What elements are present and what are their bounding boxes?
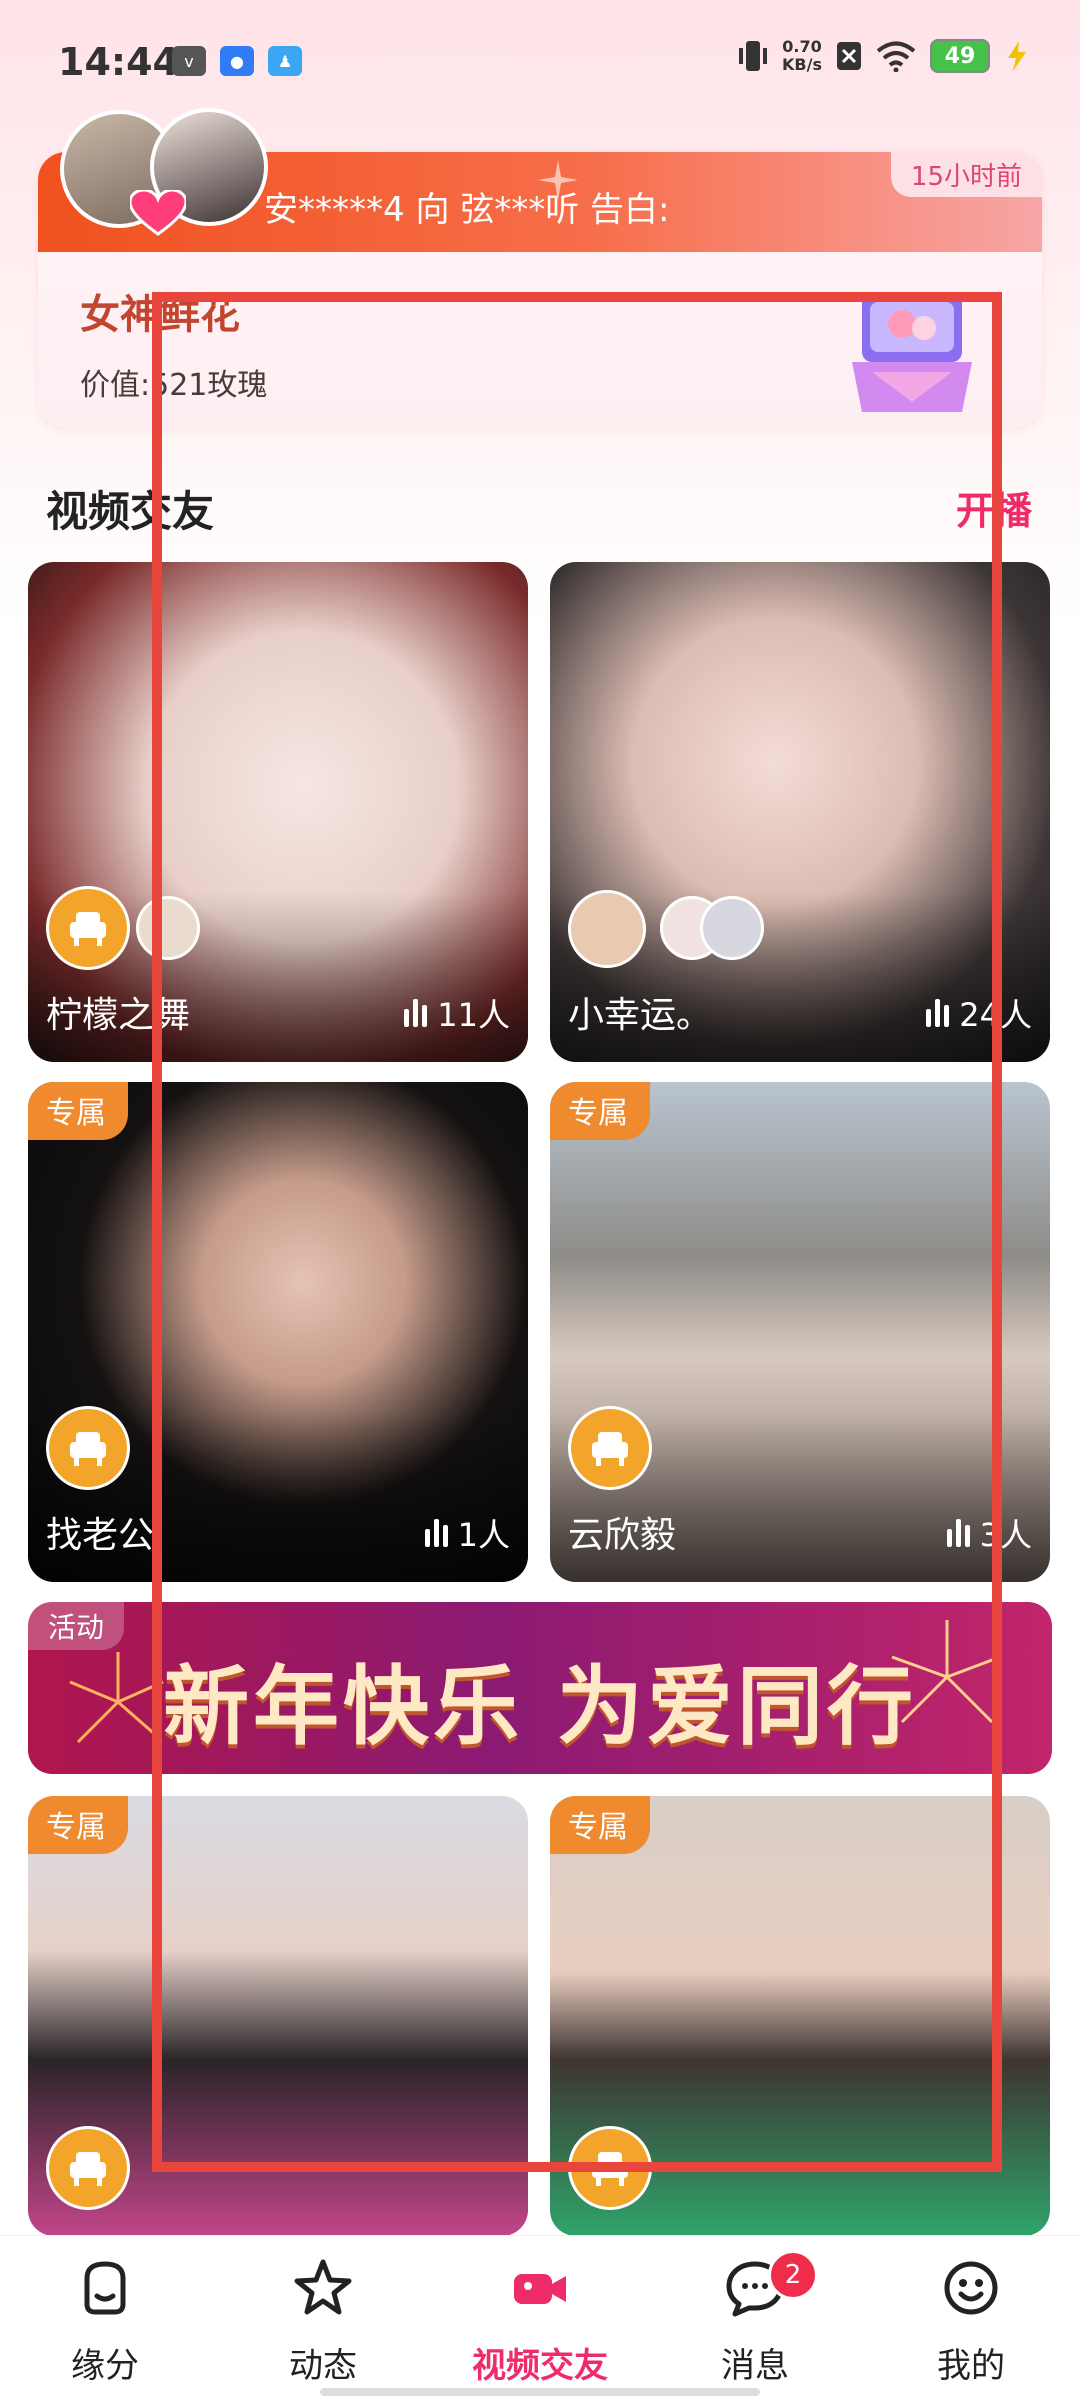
room-card[interactable]: 小幸运。 24人: [550, 562, 1050, 1062]
audio-bars-icon: [926, 999, 950, 1027]
vivo-icon: v: [172, 46, 206, 76]
exclusive-tag: 专属: [28, 1082, 128, 1140]
message-badge: 2: [768, 2250, 818, 2300]
status-time: 14:44: [58, 40, 179, 84]
room-card[interactable]: 专属: [550, 1796, 1050, 2236]
network-speed: 0.70 KB/s: [782, 38, 822, 74]
room-card[interactable]: 专属 云欣毅 3人: [550, 1082, 1050, 1582]
battery-indicator: 49: [930, 39, 990, 73]
status-app-icons: v ● ♟: [172, 46, 302, 76]
tab-mine[interactable]: 我的: [896, 2256, 1046, 2387]
viewer-count: 1人: [424, 1510, 510, 1556]
event-banner[interactable]: 活动 新年快乐 为爱同行: [28, 1602, 1052, 1774]
vibrate-icon: [739, 41, 768, 71]
couple-avatars: [60, 108, 268, 240]
start-live-button[interactable]: 开播: [956, 480, 1032, 535]
tab-fate[interactable]: 缘分: [30, 2256, 180, 2387]
heart-icon: [130, 190, 186, 236]
tab-moments[interactable]: 动态: [248, 2256, 398, 2387]
host-avatar: [568, 890, 646, 968]
sim-off-icon: [837, 42, 861, 70]
section-title: 视频交友: [46, 487, 215, 536]
charging-icon: [1008, 41, 1026, 71]
gift-value: 价值:521玫瑰: [80, 368, 268, 403]
wifi-icon: [876, 41, 916, 72]
qq-icon: ♟: [268, 46, 302, 76]
bottom-tab-bar: 缘分 动态 视频交友 2 消息 我的: [0, 2235, 1080, 2408]
status-right: 0.70 KB/s 49: [738, 38, 1030, 74]
video-camera-icon: [514, 2274, 566, 2304]
viewer-count: 11人: [404, 990, 510, 1036]
viewer-count: 24人: [926, 990, 1032, 1036]
star-icon: [294, 2259, 352, 2315]
viewer-count: 3人: [946, 1510, 1032, 1556]
speed-unit: KB/s: [782, 55, 822, 74]
audio-bars-icon: [946, 1519, 970, 1547]
smile-bag-icon: [84, 2261, 126, 2315]
room-card[interactable]: 柠檬之舞 11人: [28, 562, 528, 1062]
confession-time: 15小时前: [890, 152, 1042, 197]
room-name: 云欣毅: [568, 1515, 677, 1556]
gift-name: 女神鲜花: [80, 292, 240, 338]
tab-video-dating[interactable]: 视频交友: [465, 2256, 615, 2387]
exclusive-tag: 专属: [28, 1796, 128, 1854]
home-indicator[interactable]: [320, 2388, 760, 2396]
room-name: 柠檬之舞: [46, 995, 191, 1036]
sofa-icon: [568, 1406, 652, 1490]
sofa-icon: [568, 2126, 652, 2210]
exclusive-tag: 专属: [550, 1796, 650, 1854]
room-name: 找老公: [46, 1515, 155, 1556]
status-bar: 14:44 v ● ♟ 0.70 KB/s 49: [0, 0, 1080, 120]
room-card[interactable]: 专属: [28, 1796, 528, 2236]
audio-bars-icon: [424, 1519, 448, 1547]
smiley-face-icon: [944, 2261, 998, 2315]
audio-bars-icon: [404, 999, 428, 1027]
room-card[interactable]: 专属 找老公 1人: [28, 1082, 528, 1582]
confession-message: 安*****4 向 弦***听 告白:: [264, 190, 670, 230]
speed-value: 0.70: [782, 37, 822, 56]
exclusive-tag: 专属: [550, 1082, 650, 1140]
sofa-icon: [46, 886, 130, 970]
viewer-avatar: [700, 896, 764, 960]
app-notify-icon: ●: [220, 46, 254, 76]
gift-box-icon: [852, 292, 972, 412]
tab-messages[interactable]: 2 消息: [680, 2250, 830, 2387]
viewer-avatar: [136, 896, 200, 960]
sofa-icon: [46, 1406, 130, 1490]
event-title: 新年快乐 为爱同行: [163, 1657, 917, 1757]
room-name: 小幸运。: [568, 995, 713, 1036]
sofa-icon: [46, 2126, 130, 2210]
